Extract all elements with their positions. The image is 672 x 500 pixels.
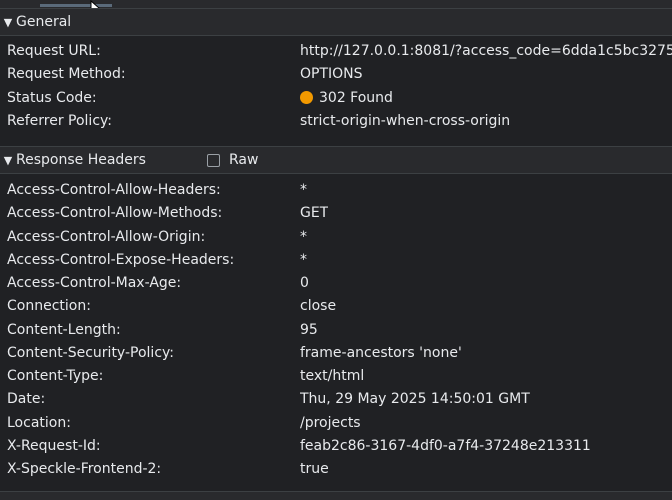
- raw-label[interactable]: Raw: [229, 152, 258, 168]
- response-headers-section-header[interactable]: ▼ Response Headers Raw: [0, 146, 672, 174]
- general-row-status-code: Status Code: 302 Found: [0, 87, 672, 110]
- response-header-row: Connection: close: [0, 295, 672, 318]
- header-key: Location:: [7, 414, 71, 431]
- response-header-row: X-Speckle-Frontend-2: true: [0, 458, 672, 481]
- header-key: X-Speckle-Frontend-2:: [7, 461, 162, 477]
- header-value[interactable]: feab2c86-3167-4df0-a7f4-37248e213311: [300, 435, 591, 458]
- header-value[interactable]: *: [300, 249, 307, 272]
- header-key: Date:: [7, 391, 46, 408]
- header-key: Access-Control-Max-Age:: [7, 275, 182, 291]
- header-key: Connection:: [7, 298, 91, 315]
- status-value[interactable]: 302 Found: [300, 87, 393, 110]
- response-header-row: Access-Control-Expose-Headers: *: [0, 249, 672, 272]
- status-text: 302 Found: [319, 90, 393, 106]
- header-key: X-Request-Id:: [7, 437, 101, 454]
- response-header-row: X-Request-Id: feab2c86-3167-4df0-a7f4-372…: [0, 435, 672, 458]
- raw-toggle[interactable]: Raw: [207, 152, 258, 168]
- expand-triangle-icon[interactable]: ▼: [0, 16, 16, 29]
- header-key: Access-Control-Allow-Origin:: [7, 228, 206, 245]
- bottom-divider: [0, 491, 672, 500]
- header-value[interactable]: *: [300, 179, 307, 202]
- header-key: Content-Length:: [7, 321, 121, 338]
- header-value[interactable]: 95: [300, 319, 318, 342]
- header-value[interactable]: strict-origin-when-cross-origin: [300, 110, 510, 133]
- response-header-row: Date: Thu, 29 May 2025 14:50:01 GMT: [0, 388, 672, 411]
- header-value[interactable]: close: [300, 295, 336, 318]
- response-header-row: Location: /projects: [0, 412, 672, 435]
- response-header-row: Access-Control-Allow-Origin: *: [0, 226, 672, 249]
- header-value[interactable]: *: [300, 226, 307, 249]
- header-value[interactable]: text/html: [300, 365, 364, 388]
- header-value[interactable]: http://127.0.0.1:8081/?access_code=6dda1…: [300, 40, 672, 63]
- general-row-request-method: Request Method: OPTIONS: [0, 63, 672, 86]
- response-header-row: Content-Length: 95: [0, 319, 672, 342]
- general-row-referrer-policy: Referrer Policy: strict-origin-when-cros…: [0, 110, 672, 133]
- status-dot-icon: [300, 91, 313, 104]
- header-value[interactable]: true: [300, 458, 329, 481]
- response-header-row: Access-Control-Allow-Methods: GET: [0, 202, 672, 225]
- header-value[interactable]: frame-ancestors 'none': [300, 342, 462, 365]
- header-key: Request Method:: [7, 66, 126, 82]
- header-key: Content-Type:: [7, 368, 104, 384]
- expand-triangle-icon[interactable]: ▼: [0, 154, 16, 167]
- response-header-row: Content-Type: text/html: [0, 365, 672, 388]
- header-key: Referrer Policy:: [7, 113, 112, 129]
- raw-checkbox[interactable]: [207, 153, 220, 167]
- general-section-title: General: [16, 14, 72, 30]
- header-key: Access-Control-Allow-Headers:: [7, 182, 221, 198]
- response-header-row: Content-Security-Policy: frame-ancestors …: [0, 342, 672, 365]
- header-key: Request URL:: [7, 43, 101, 59]
- header-value[interactable]: GET: [300, 202, 328, 225]
- response-header-row: Access-Control-Max-Age: 0: [0, 272, 672, 295]
- response-headers-section-title: Response Headers: [16, 152, 146, 168]
- header-value[interactable]: 0: [300, 272, 309, 295]
- header-key: Access-Control-Allow-Methods:: [7, 205, 223, 222]
- response-header-row: Access-Control-Allow-Headers: *: [0, 179, 672, 202]
- header-key: Content-Security-Policy:: [7, 344, 174, 361]
- header-value[interactable]: /projects: [300, 412, 361, 435]
- header-key: Status Code:: [7, 90, 97, 106]
- header-key: Access-Control-Expose-Headers:: [7, 251, 235, 268]
- header-value[interactable]: Thu, 29 May 2025 14:50:01 GMT: [300, 388, 530, 411]
- general-row-request-url: Request URL: http://127.0.0.1:8081/?acce…: [0, 40, 672, 63]
- header-value[interactable]: OPTIONS: [300, 63, 363, 86]
- general-section-header[interactable]: ▼ General: [0, 8, 672, 36]
